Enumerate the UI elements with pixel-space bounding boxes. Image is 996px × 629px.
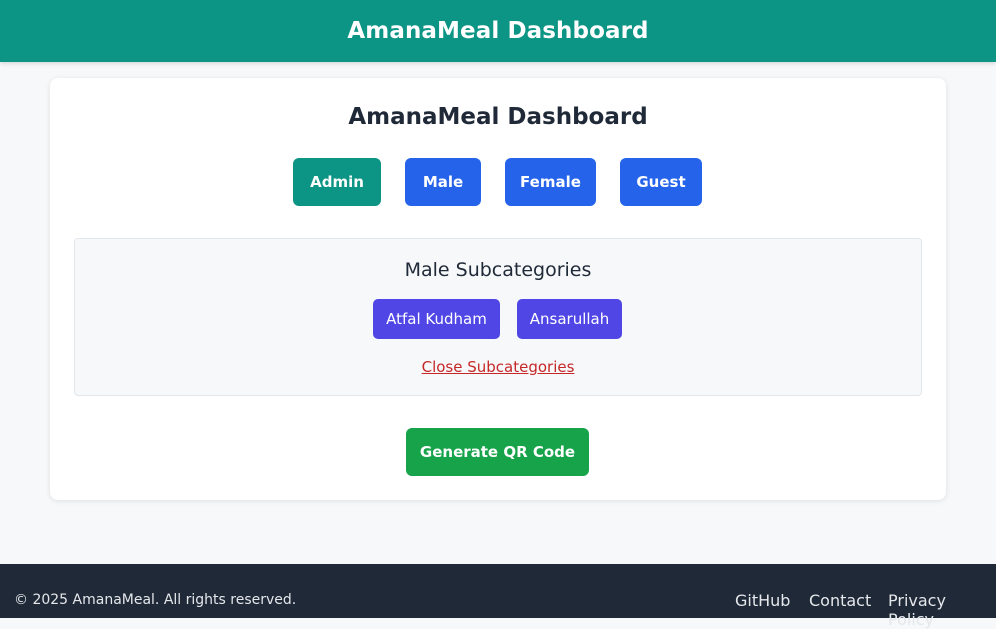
male-button[interactable]: Male [405,158,481,206]
subcategories-title: Male Subcategories [404,259,592,281]
close-subcategories-link[interactable]: Close Subcategories [75,358,921,376]
admin-button[interactable]: Admin [293,158,381,206]
footer: © 2025 AmanaMeal. All rights reserved. G… [0,564,996,629]
card-title: AmanaMeal Dashboard [348,104,648,130]
header-title: AmanaMeal Dashboard [347,18,649,44]
subcategories-panel: Male Subcategories Atfal Kudham Ansarull… [74,238,922,396]
dashboard-card: AmanaMeal Dashboard Admin Male Female Gu… [50,78,946,500]
copyright-text: © 2025 AmanaMeal. All rights reserved. [14,592,297,608]
generate-qr-code-button[interactable]: Generate QR Code [406,428,589,476]
subcategory-ansarullah-button[interactable]: Ansarullah [517,299,622,339]
footer-link-github[interactable]: GitHub [735,591,790,610]
footer-link-contact[interactable]: Contact [809,591,871,610]
subcategory-atfal-kudham-button[interactable]: Atfal Kudham [373,299,500,339]
guest-button[interactable]: Guest [620,158,702,206]
footer-link-privacy-policy[interactable]: Privacy Policy [888,591,996,629]
top-header-bar: AmanaMeal Dashboard [0,0,996,62]
female-button[interactable]: Female [505,158,596,206]
